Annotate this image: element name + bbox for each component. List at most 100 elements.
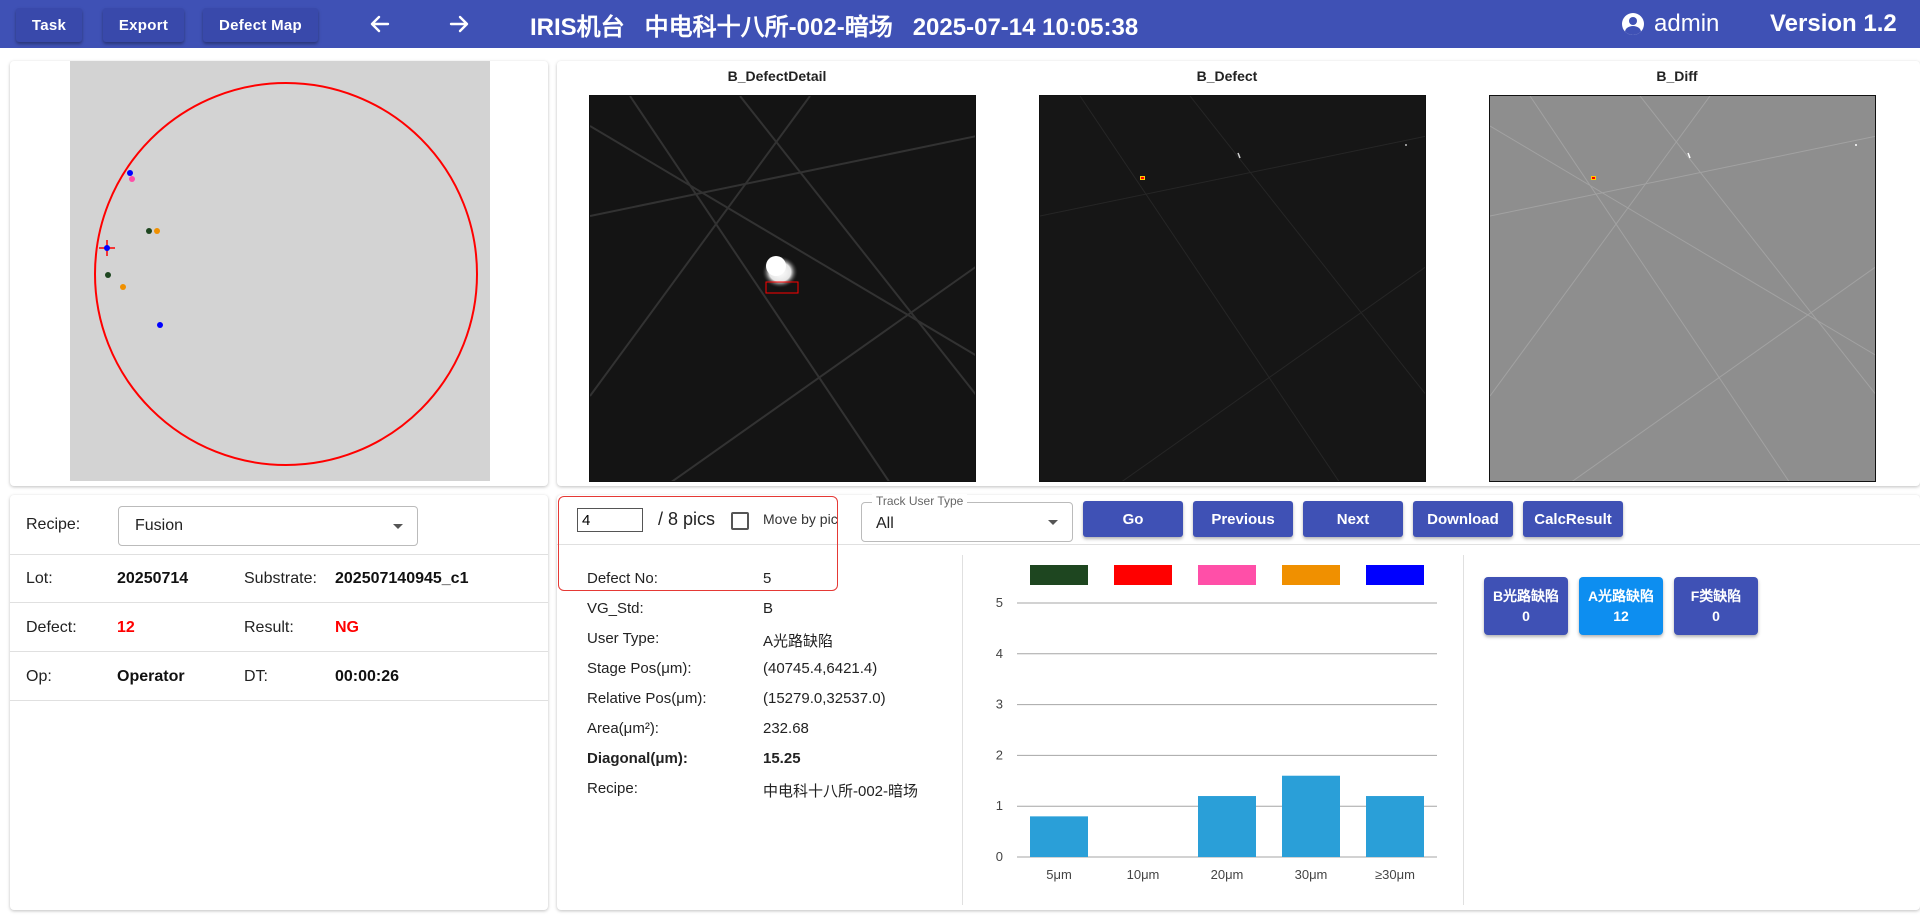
badge-count: 12 [1613,608,1629,624]
area-value: 232.68 [763,720,809,737]
calc-result-button[interactable]: CalcResult [1523,501,1623,537]
defect-point[interactable] [154,228,160,234]
track-user-type-select[interactable]: Track User Type All [861,494,1073,542]
badge-count: 0 [1712,608,1720,624]
defect-point[interactable] [146,228,152,234]
badge-count: 0 [1522,608,1530,624]
legend-swatch [1198,565,1256,585]
wafer-map-panel [10,61,548,486]
crosshair-icon [99,240,115,256]
diff-image[interactable] [1489,95,1876,482]
x-tick-label: ≥30μm [1375,867,1415,882]
wafer-map-canvas[interactable] [70,61,490,481]
defect-point[interactable] [129,176,135,182]
legend-swatch [1114,565,1172,585]
vg-std-value: B [763,600,774,617]
badge-a-path-defect[interactable]: A光路缺陷 12 [1579,577,1663,635]
chevron-down-icon [393,524,403,529]
wafer-map[interactable] [70,61,490,481]
defect-image-title: B_Defect [1196,68,1258,84]
op-row: Op: Operator DT: 00:00:26 [10,653,548,701]
legend-swatch [1366,565,1424,585]
recipe-select-value: Fusion [135,517,184,534]
op-label: Op: [26,667,52,685]
detail-recipe-label: Recipe: [587,780,638,797]
diagonal-label: Diagonal(μm): [587,750,688,767]
username: admin [1654,10,1720,37]
area-label: Area(μm²): [587,720,659,737]
x-tick-label: 5μm [1046,867,1072,882]
result-value: NG [335,618,359,636]
vg-std-label: VG_Std: [587,600,644,617]
task-button[interactable]: Task [16,8,82,42]
defect-image[interactable] [1039,95,1426,482]
y-tick-label: 3 [996,697,1003,712]
defect-label: Defect: [26,618,77,636]
x-tick-label: 30μm [1295,867,1328,882]
defect-size-chart: 0 1 2 3 4 5 5μm 10μm 20μm 30μm ≥30μm [996,565,1437,882]
substrate-label: Substrate: [244,569,317,587]
dt-value: 00:00:26 [335,667,400,685]
detail-recipe-value: 中电科十八所-002-暗场 [763,783,919,800]
chevron-down-icon [1048,520,1058,525]
go-button[interactable]: Go [1083,501,1183,537]
defect-detail-image[interactable] [589,95,976,482]
defect-point[interactable] [105,272,111,278]
y-tick-label: 1 [996,798,1003,813]
op-value: Operator [117,667,185,685]
lot-value: 20250714 [117,569,189,587]
user-menu[interactable]: admin [1622,8,1719,40]
relative-pos-value: (15279.0,32537.0) [763,690,886,707]
recipe-select[interactable]: Fusion [118,506,418,546]
lot-label: Lot: [26,569,53,587]
download-button[interactable]: Download [1413,501,1513,537]
relative-pos-label: Relative Pos(μm): [587,690,707,707]
export-button[interactable]: Export [103,8,184,42]
stage-pos-value: (40745.4,6421.4) [763,660,878,677]
defect-count: 12 [117,618,135,636]
substrate-value: 202507140945_c1 [335,569,469,587]
y-tick-label: 4 [996,646,1003,661]
version-label: Version 1.2 [1770,10,1897,37]
dt-label: DT: [244,667,268,685]
diff-image-title: B_Diff [1656,68,1698,84]
arrow-left-icon[interactable] [365,10,395,38]
top-bar: Task Export Defect Map IRIS机台 中电科十八所-002… [0,0,1920,48]
defect-map-button[interactable]: Defect Map [203,8,318,42]
detail-image-title: B_DefectDetail [727,68,827,84]
legend-swatch [1282,565,1340,585]
defect-point[interactable] [127,170,133,176]
defect-point[interactable] [157,322,163,328]
arrow-right-icon[interactable] [444,10,474,38]
y-tick-label: 2 [996,747,1003,762]
user-type-value: A光路缺陷 [763,633,834,650]
recipe-row: Recipe: Fusion [10,495,548,555]
account-icon [1622,13,1644,35]
chart-bar [1366,796,1424,857]
images-panel: B_DefectDetail B_Defect B_Diff [557,61,1920,486]
y-tick-label: 5 [996,595,1003,610]
badge-b-path-defect[interactable]: B光路缺陷 0 [1484,577,1568,635]
track-user-type-value: All [876,515,894,532]
badge-label: A光路缺陷 [1587,588,1655,604]
defect-no-value: 5 [763,570,772,587]
lot-row: Lot: 20250714 Substrate: 202507140945_c1 [10,555,548,603]
badge-f-class-defect[interactable]: F类缺陷 0 [1674,577,1758,635]
defect-point[interactable] [120,284,126,290]
x-tick-label: 10μm [1127,867,1160,882]
wafer-outline [94,82,478,466]
divider [962,555,963,905]
x-tick-label: 20μm [1211,867,1244,882]
stage-pos-label: Stage Pos(μm): [587,660,692,677]
previous-button[interactable]: Previous [1193,501,1293,537]
result-label: Result: [244,618,294,636]
chart-bar [1198,796,1256,857]
defect-detail-panel: / 8 pics Move by pic Track User Type All… [557,494,1920,910]
defect-row: Defect: 12 Result: NG [10,604,548,652]
lot-info-panel: Recipe: Fusion Lot: 20250714 Substrate: … [10,495,548,910]
chart-bar [1030,816,1088,857]
user-type-label: User Type: [587,630,660,647]
next-button[interactable]: Next [1303,501,1403,537]
chart-bar [1282,775,1340,857]
divider [1463,555,1464,905]
